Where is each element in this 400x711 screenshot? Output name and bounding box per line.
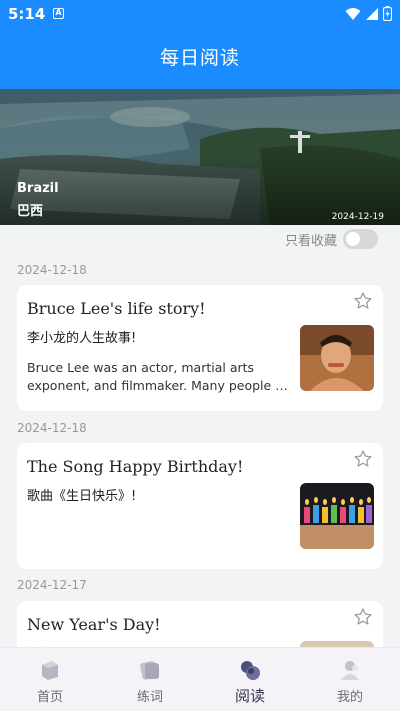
article-description-line: Bruce Lee was an actor, martial arts [27, 360, 255, 375]
battery-icon [383, 6, 392, 21]
article-thumbnail [300, 483, 374, 549]
nav-label: 我的 [336, 690, 363, 705]
status-time: 5:14 [8, 5, 46, 23]
wifi-icon [345, 7, 361, 20]
reading-icon [241, 661, 260, 680]
article-description-line: exponent, and filmmaker. Many people c… [27, 378, 293, 393]
hero-image [0, 89, 400, 225]
star-icon[interactable] [353, 607, 373, 627]
vocabulary-icon [140, 661, 159, 680]
nav-item-vocabulary[interactable]: 练词 [100, 648, 200, 711]
article-date: 2024-12-18 [17, 263, 87, 277]
nav-item-home[interactable]: 首页 [0, 648, 100, 711]
article-title: The Song Happy Birthday! [27, 457, 244, 476]
hero-caption-chinese: 巴西 [17, 204, 44, 219]
notification-a-icon: A [53, 8, 64, 19]
nav-label: 练词 [136, 690, 163, 705]
page-title: 每日阅读 [159, 47, 240, 69]
app-bar: 每日阅读 [0, 28, 400, 89]
star-icon[interactable] [353, 449, 373, 469]
article-title: Bruce Lee's life story! [27, 299, 206, 318]
article-date: 2024-12-18 [17, 421, 87, 435]
nav-item-reading[interactable]: 阅读 [200, 648, 300, 711]
article-description: Bruce Lee was an actor, martial arts exp… [27, 359, 293, 395]
nav-label: 阅读 [234, 687, 265, 705]
article-date: 2024-12-17 [17, 578, 87, 592]
signal-icon [366, 7, 378, 20]
star-icon[interactable] [353, 291, 373, 311]
favorites-filter: 只看收藏 [285, 229, 378, 249]
bottom-navigation: 首页 练词 阅读 我的 [0, 647, 400, 711]
favorites-filter-label: 只看收藏 [284, 233, 337, 249]
hero-caption-english: Brazil [17, 181, 59, 196]
nav-item-profile[interactable]: 我的 [300, 648, 400, 711]
toggle-knob [346, 232, 360, 246]
nav-label: 首页 [36, 690, 63, 705]
birthday-cake-image [300, 483, 374, 549]
status-bar: 5:14 A [0, 0, 400, 28]
article-card[interactable]: The Song Happy Birthday! 歌曲《生日快乐》! [17, 443, 383, 569]
home-icon [42, 661, 58, 680]
article-subtitle: 李小龙的人生故事! [27, 331, 137, 346]
favorites-toggle[interactable] [343, 229, 378, 249]
hero-date: 2024-12-19 [331, 212, 384, 222]
bruce-lee-portrait-image [300, 325, 374, 391]
article-title: New Year's Day! [27, 615, 161, 634]
article-card[interactable]: Bruce Lee's life story! 李小龙的人生故事! Bruce … [17, 285, 383, 411]
profile-icon [341, 661, 359, 680]
hero-banner[interactable]: Brazil 巴西 2024-12-19 [0, 89, 400, 225]
status-icons [345, 6, 392, 21]
article-subtitle: 歌曲《生日快乐》! [27, 489, 137, 504]
article-thumbnail [300, 325, 374, 391]
